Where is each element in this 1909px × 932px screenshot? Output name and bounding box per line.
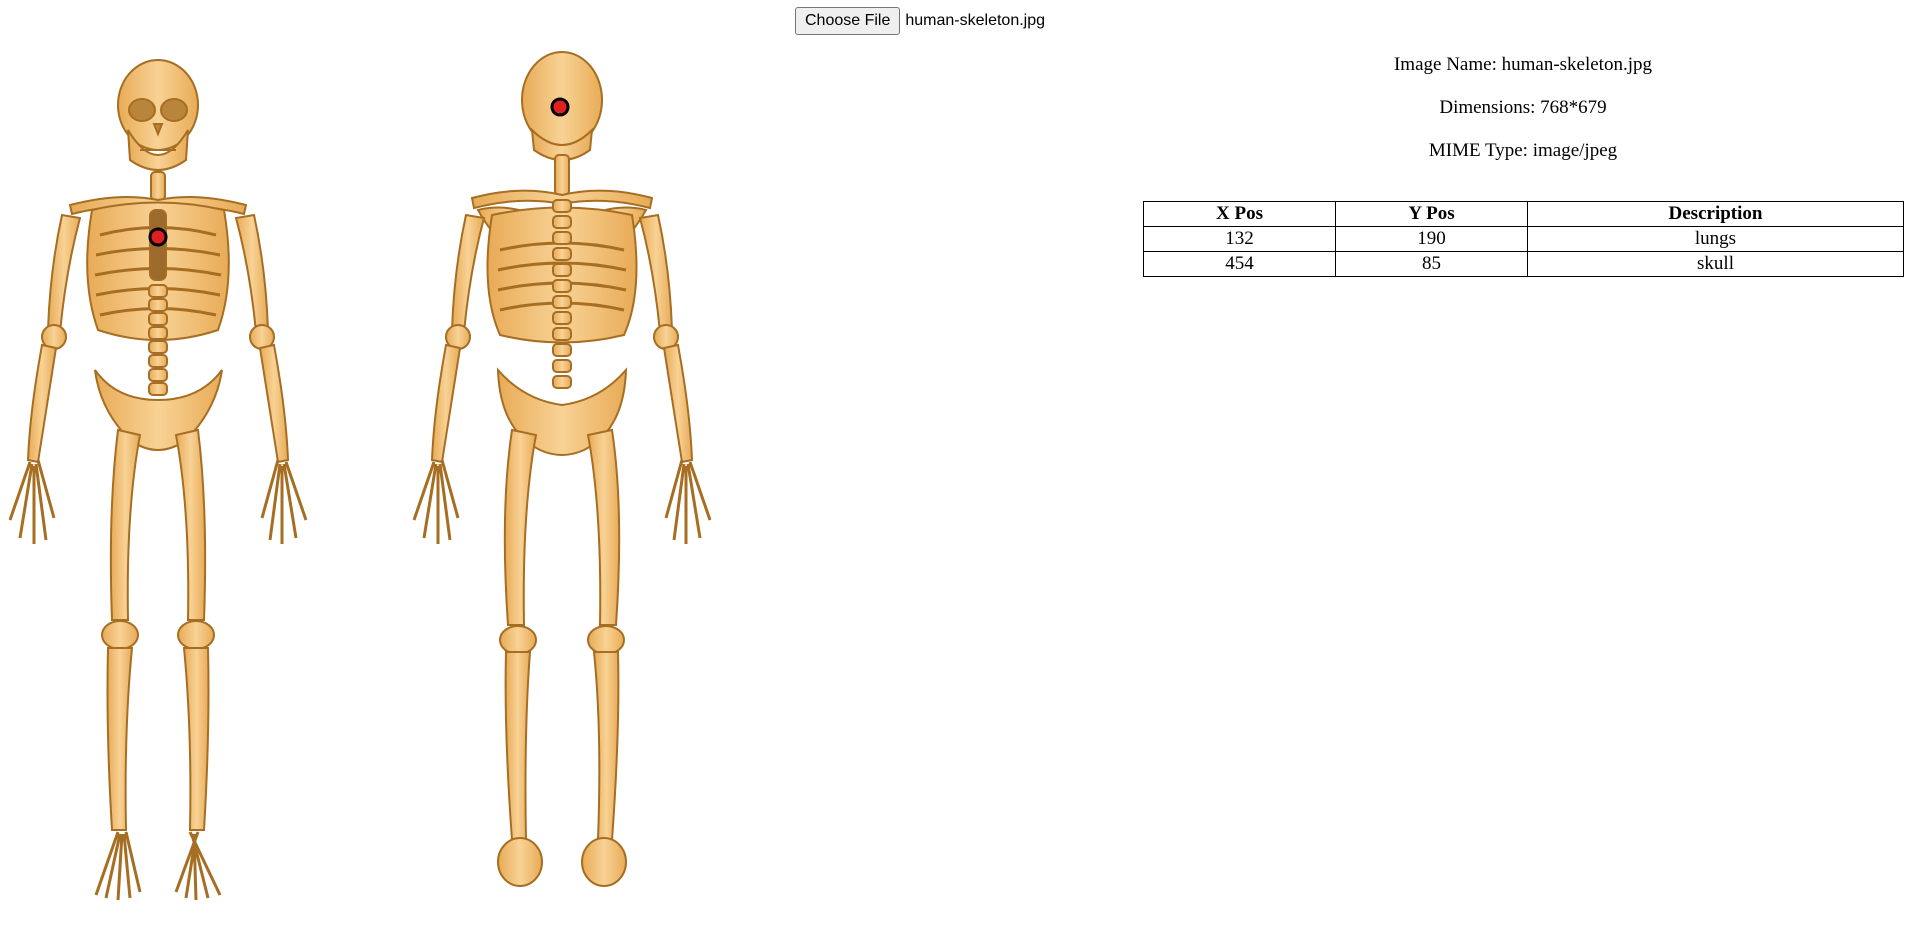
marker-skull[interactable]: [550, 97, 570, 117]
cell-description: skull: [1527, 251, 1904, 277]
table-header-row: X Pos Y Pos Description: [1143, 201, 1904, 227]
cell-x-pos: 132: [1143, 226, 1336, 252]
column-header-description: Description: [1527, 201, 1904, 227]
image-name-text: Image Name: human-skeleton.jpg: [1393, 54, 1652, 75]
image-dimensions-text: Dimensions: 768*679: [1439, 97, 1607, 118]
file-input[interactable]: Choose File human-skeleton.jpg: [795, 7, 1045, 35]
image-mime-text: MIME Type: image/jpeg: [1428, 140, 1618, 161]
cell-y-pos: 85: [1335, 251, 1528, 277]
points-table: X Pos Y Pos Description 132 190 lungs 45…: [1143, 201, 1904, 277]
column-header-x-pos: X Pos: [1143, 201, 1336, 227]
selected-file-name: human-skeleton.jpg: [905, 12, 1046, 29]
column-header-y-pos: Y Pos: [1335, 201, 1528, 227]
image-info: Image Name: human-skeleton.jpg Dimension…: [1143, 53, 1903, 182]
marker-lungs[interactable]: [148, 227, 168, 247]
back-skeleton: [412, 51, 712, 887]
skeleton-image[interactable]: [0, 50, 730, 905]
choose-file-button[interactable]: Choose File: [795, 7, 901, 35]
cell-description: lungs: [1527, 226, 1904, 252]
cell-y-pos: 190: [1335, 226, 1528, 252]
table-row: 132 190 lungs: [1143, 226, 1904, 252]
table-row: 454 85 skull: [1143, 251, 1904, 277]
front-skeleton: [8, 59, 308, 901]
cell-x-pos: 454: [1143, 251, 1336, 277]
